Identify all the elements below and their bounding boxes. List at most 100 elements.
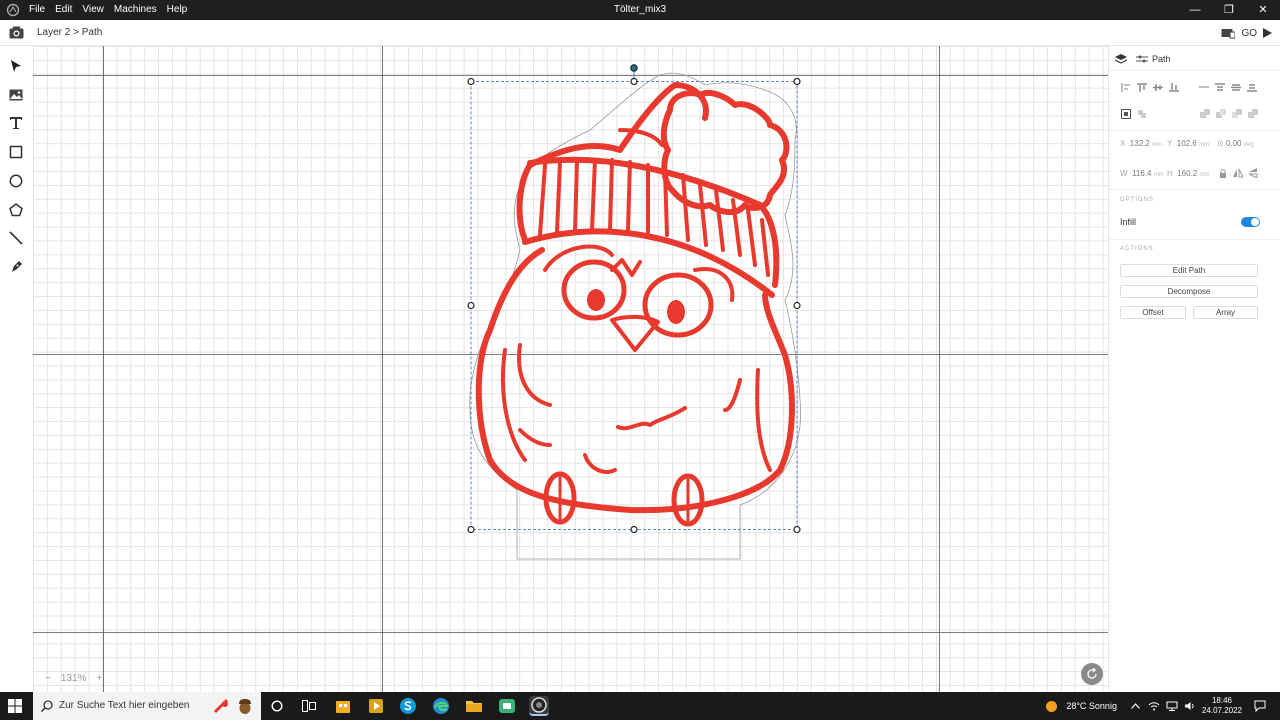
boolean-row <box>1197 108 1261 120</box>
zoom-level: 131% <box>60 673 87 684</box>
align-middle-icon[interactable] <box>1150 81 1166 93</box>
minimize-button[interactable]: — <box>1178 0 1212 20</box>
width-field[interactable]: W 116.4 mm <box>1120 169 1164 178</box>
text-icon <box>10 117 22 129</box>
app-logo-icon <box>6 3 20 17</box>
maximize-button[interactable]: ❐ <box>1212 0 1246 20</box>
distribute-center-icon[interactable] <box>1228 81 1244 93</box>
zoom-in-button[interactable]: + <box>96 673 102 684</box>
edge-browser-icon[interactable] <box>431 696 451 716</box>
align-left-icon[interactable] <box>1118 81 1134 93</box>
layers-icon[interactable] <box>1115 54 1127 64</box>
image-tool-button[interactable] <box>7 86 25 104</box>
divider <box>1109 189 1280 190</box>
difference-icon[interactable] <box>1245 108 1261 120</box>
subtract-icon[interactable] <box>1213 108 1229 120</box>
path-settings-icon[interactable] <box>1136 55 1148 63</box>
network-icon[interactable] <box>1166 701 1178 711</box>
canvas-artwork <box>33 46 1108 692</box>
divider <box>1109 239 1280 240</box>
notification-icon[interactable] <box>1254 700 1266 712</box>
design-canvas[interactable] <box>33 46 1108 692</box>
union-icon[interactable] <box>1197 108 1213 120</box>
volume-icon[interactable] <box>1184 701 1196 711</box>
system-tray: 28°C Sonnig 18:46 24.07.2022 <box>1045 692 1280 720</box>
align-bottom-icon[interactable] <box>1166 81 1182 93</box>
group-icon[interactable] <box>1118 108 1134 120</box>
distribute-bottom-icon[interactable] <box>1244 81 1260 93</box>
line-tool-button[interactable] <box>7 229 25 247</box>
rectangle-tool-button[interactable] <box>7 143 25 161</box>
wifi-icon[interactable] <box>1148 701 1160 711</box>
chevron-up-icon[interactable] <box>1131 703 1140 709</box>
menu-machines[interactable]: Machines <box>109 0 162 20</box>
android-app-icon[interactable] <box>497 696 517 716</box>
rotate-handle[interactable] <box>630 64 638 72</box>
skype-icon[interactable] <box>398 696 418 716</box>
zoom-out-button[interactable]: − <box>45 673 51 684</box>
selection-handles[interactable] <box>467 77 801 534</box>
store-icon[interactable] <box>333 696 353 716</box>
task-view-icon[interactable] <box>302 700 316 712</box>
laser-app-icon[interactable] <box>529 696 549 716</box>
lock-ratio-icon[interactable] <box>1219 169 1227 178</box>
weather-text[interactable]: 28°C Sonnig <box>1066 701 1117 711</box>
distribute-h-icon[interactable] <box>1196 81 1212 93</box>
select-tool-button[interactable] <box>7 57 25 75</box>
panel-title: Path <box>1152 54 1171 64</box>
refresh-icon <box>1087 668 1097 679</box>
camera-icon[interactable] <box>9 26 24 39</box>
close-button[interactable]: ✕ <box>1246 0 1280 20</box>
taskbar-search[interactable]: Zur Suche Text hier eingeben <box>33 692 261 720</box>
file-explorer-icon[interactable] <box>464 696 484 716</box>
clock-time: 18:46 <box>1211 696 1232 705</box>
menu-edit[interactable]: Edit <box>50 0 77 20</box>
cortana-icon[interactable] <box>271 700 283 712</box>
menu-help[interactable]: Help <box>162 0 193 20</box>
ellipse-tool-button[interactable] <box>7 172 25 190</box>
rotation-field[interactable]: ⊙ 0.00 deg <box>1217 139 1254 148</box>
search-icon <box>41 700 53 712</box>
polygon-tool-button[interactable] <box>7 201 25 219</box>
windows-taskbar: Zur Suche Text hier eingeben 28°C Sonnig… <box>0 692 1280 720</box>
flip-vertical-icon[interactable] <box>1248 168 1258 178</box>
distribute-top-icon[interactable] <box>1212 81 1228 93</box>
breadcrumb: Layer 2 > Path <box>37 27 103 38</box>
menu-view[interactable]: View <box>77 0 109 20</box>
clock[interactable]: 18:46 24.07.2022 <box>1202 696 1242 716</box>
reset-view-button[interactable] <box>1081 663 1103 685</box>
pen-tool-button[interactable] <box>7 258 25 276</box>
ungroup-icon[interactable] <box>1134 108 1150 120</box>
media-app-icon[interactable] <box>366 696 386 716</box>
group-row <box>1118 108 1150 120</box>
zoom-control: − 131% + <box>45 673 102 684</box>
properties-panel: Path X 132.2 mm Y 102.6 mm ⊙ 0.00 deg W … <box>1108 46 1280 692</box>
flip-horizontal-icon[interactable] <box>1233 168 1243 178</box>
polygon-icon <box>9 203 23 217</box>
decompose-button[interactable]: Decompose <box>1120 285 1258 298</box>
options-header: OPTIONS <box>1120 197 1155 203</box>
edit-path-button[interactable]: Edit Path <box>1120 264 1258 277</box>
rectangle-icon <box>9 145 23 159</box>
play-icon[interactable] <box>1263 28 1272 38</box>
tool-sidebar <box>0 46 33 692</box>
intersect-icon[interactable] <box>1229 108 1245 120</box>
menu-bar: File Edit View Machines Help <box>24 0 192 20</box>
height-field[interactable]: H 160.2 mm <box>1167 169 1210 178</box>
preview-icon[interactable] <box>1221 28 1236 39</box>
text-tool-button[interactable] <box>7 114 25 132</box>
x-field[interactable]: X 132.2 mm <box>1120 139 1162 148</box>
ellipse-icon <box>9 174 23 188</box>
go-label[interactable]: GO <box>1241 28 1257 39</box>
align-row-right <box>1196 81 1260 93</box>
line-icon <box>9 231 23 245</box>
menu-file[interactable]: File <box>24 0 50 20</box>
offset-button[interactable]: Offset <box>1120 306 1186 319</box>
align-row-left <box>1118 81 1182 93</box>
infill-toggle[interactable] <box>1241 217 1260 227</box>
selection-box <box>470 68 798 530</box>
y-field[interactable]: Y 102.6 mm <box>1167 139 1209 148</box>
windows-start-icon[interactable] <box>8 699 22 713</box>
array-button[interactable]: Array <box>1193 306 1258 319</box>
align-top-icon[interactable] <box>1134 81 1150 93</box>
